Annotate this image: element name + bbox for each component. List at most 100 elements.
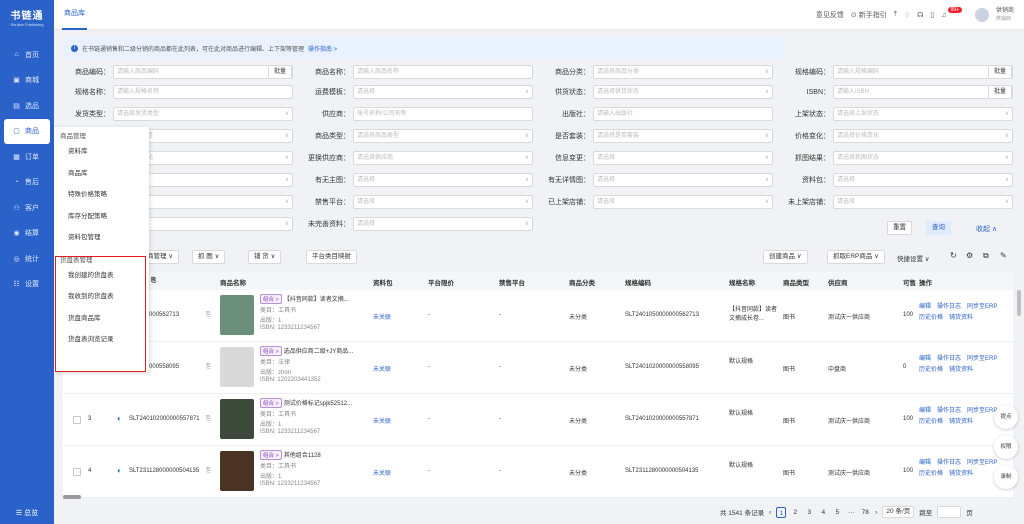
feedback-link[interactable]: 意见反馈 (816, 10, 844, 20)
nav-item-aftersale[interactable]: ◔ 售后 (0, 170, 54, 196)
doc-icon[interactable]: ▯ (930, 11, 934, 19)
combo-tag[interactable]: 组合 > (260, 294, 282, 304)
nav-item-select[interactable]: ▤ 选品 (0, 93, 54, 119)
vertical-scrollbar[interactable] (1017, 290, 1021, 316)
op-sync[interactable]: 同步至ERP (967, 460, 997, 466)
grab-image-dropdown[interactable]: 抓 图 ∨ (192, 250, 226, 264)
op-pkg[interactable]: 铺货资料 (949, 419, 973, 425)
float-record-button[interactable]: 录制 (994, 465, 1018, 489)
filter-input[interactable]: 请选择 ∨ (593, 151, 773, 165)
op-log[interactable]: 操作日志 (937, 356, 961, 362)
headset-icon[interactable]: ☊ (917, 11, 923, 19)
page-number[interactable]: 78 (860, 507, 870, 518)
filter-input[interactable]: 请选择供应商 ∨ (353, 151, 533, 165)
filter-input[interactable]: 请选择抓图状态 ∨ (833, 151, 1013, 165)
reset-button[interactable]: 重置 (887, 221, 912, 235)
edit-icon[interactable]: ✎ (1000, 251, 1007, 260)
search-button[interactable]: 查询 (926, 221, 951, 235)
op-price[interactable]: 历史价格 (919, 315, 943, 321)
filter-input[interactable]: 请选择 ∨ (353, 195, 533, 209)
page-number[interactable]: 1 (776, 506, 787, 518)
copy-icon[interactable]: ⎘ (206, 312, 211, 319)
category-mapping-button[interactable]: 平台类目映射 (306, 250, 357, 264)
page-number[interactable]: ··· (846, 507, 856, 518)
op-sync[interactable]: 同步至ERP (967, 304, 997, 310)
quick-settings-dropdown[interactable]: 快捷设置 ∨ (897, 253, 930, 263)
submenu-item[interactable]: 库存分配策略 (54, 206, 149, 228)
op-pkg[interactable]: 铺货资料 (949, 471, 973, 477)
filter-input[interactable]: 请选择 ∨ (353, 85, 533, 99)
next-page-icon[interactable]: › (875, 509, 877, 516)
op-pkg[interactable]: 铺货资料 (949, 315, 973, 321)
combo-tag[interactable]: 组合 > (260, 398, 282, 408)
guide-icon[interactable]: ⊙ (851, 11, 857, 19)
shield-icon[interactable]: ♢ (904, 11, 910, 19)
op-log[interactable]: 操作日志 (937, 408, 961, 414)
float-tip-button[interactable]: 提点 (994, 405, 1018, 429)
filter-input[interactable]: 请选择 ∨ (353, 173, 533, 187)
filter-input[interactable]: 请选择是否套装 ∨ (593, 129, 773, 143)
op-price[interactable]: 历史价格 (919, 367, 943, 373)
filter-input[interactable]: 请选择发货类型 ∨ (113, 107, 293, 121)
filter-input[interactable]: 请选择商品分类 ∨ (593, 65, 773, 79)
goto-input[interactable] (937, 506, 962, 518)
filter-input[interactable]: 请选择供货状态 ∨ (593, 85, 773, 99)
row-checkbox[interactable] (73, 416, 81, 424)
copy-icon[interactable]: ⎘ (206, 416, 211, 423)
filter-input[interactable]: 请选择上架状态 ∨ (833, 107, 1013, 121)
submenu-item[interactable]: 商品库 (54, 163, 149, 185)
product-name[interactable]: 【抖音同款】读者文摘... (284, 297, 349, 303)
op-price[interactable]: 历史价格 (919, 419, 943, 425)
refresh-icon[interactable]: ↻ (950, 251, 957, 260)
prev-page-icon[interactable]: ‹ (769, 509, 771, 516)
combo-tag[interactable]: 组合 > (260, 450, 282, 460)
nav-item-goods[interactable]: ▢ 商品 (4, 118, 50, 144)
page-number[interactable]: 4 (818, 507, 828, 518)
batch-button[interactable]: 批量 (987, 65, 1012, 79)
filter-input[interactable]: 请输入规格名称 (113, 85, 293, 99)
nav-item-home[interactable]: ⌂ 首页 (0, 42, 54, 68)
product-name[interactable]: 其他组合1128 (284, 453, 321, 459)
batch-button[interactable]: 批量 (987, 85, 1012, 99)
guide-link[interactable]: 新手指引 (859, 10, 887, 20)
guide-link-notice[interactable]: 操作指南 > (308, 44, 337, 53)
user-info[interactable]: 供销商 供销商 (996, 7, 1014, 23)
nav-item-shop[interactable]: ▣ 商城 (0, 68, 54, 94)
package-link[interactable]: 未关联 (373, 416, 391, 425)
page-number[interactable]: 5 (832, 507, 842, 518)
copy-icon[interactable]: ⎘ (151, 277, 156, 285)
page-size-select[interactable]: 20 条/页 (882, 506, 915, 518)
filter-input[interactable]: 请选择价格变化 ∨ (833, 129, 1013, 143)
filter-input[interactable]: 请输入ISBN 批量 (833, 85, 1013, 99)
package-link[interactable]: 未关联 (373, 468, 391, 477)
gear-icon[interactable]: ⚙ (966, 251, 973, 260)
batch-button[interactable]: 批量 (267, 65, 292, 79)
upload-icon[interactable]: ⤒ (894, 11, 897, 19)
export-icon[interactable]: ⧉ (983, 251, 989, 261)
nav-item-settings[interactable]: ☷ 设置 (0, 272, 54, 298)
op-edit[interactable]: 编辑 (919, 304, 931, 310)
collapse-button[interactable]: 收起 ∧ (976, 224, 997, 234)
tab-goods-library[interactable]: 商品库 (62, 0, 87, 30)
filter-input[interactable]: 请输入出版社 (593, 107, 773, 121)
package-link[interactable]: 未关联 (373, 312, 391, 321)
float-permission-button[interactable]: 权限 (994, 435, 1018, 459)
grab-erp-dropdown[interactable]: 抓取ERP商品 ∨ (827, 250, 885, 264)
filter-input[interactable]: 请选择 ∨ (593, 195, 773, 209)
submenu-item[interactable]: 特殊价格策略 (54, 184, 149, 206)
filter-input[interactable]: 请输入商品名称 (353, 65, 533, 79)
filter-input[interactable]: 请选择 ∨ (833, 195, 1013, 209)
nav-item-stats[interactable]: ◎ 统计 (0, 246, 54, 272)
create-goods-dropdown[interactable]: 创建商品 ∨ (763, 250, 808, 264)
submenu-item[interactable]: 资料包管理 (54, 227, 149, 249)
product-name[interactable]: 测试价格标记spjk52512... (284, 401, 352, 407)
bell-icon[interactable]: ♫ (941, 12, 946, 19)
op-price[interactable]: 历史价格 (919, 471, 943, 477)
page-number[interactable]: 2 (790, 507, 800, 518)
copy-icon[interactable]: ⎘ (206, 364, 211, 371)
op-edit[interactable]: 编辑 (919, 460, 931, 466)
horizontal-scrollbar[interactable] (63, 495, 81, 499)
avatar[interactable] (974, 8, 989, 22)
op-sync[interactable]: 同步至ERP (967, 356, 997, 362)
product-name[interactable]: 选品供应商二级+JY商品... (284, 349, 354, 355)
